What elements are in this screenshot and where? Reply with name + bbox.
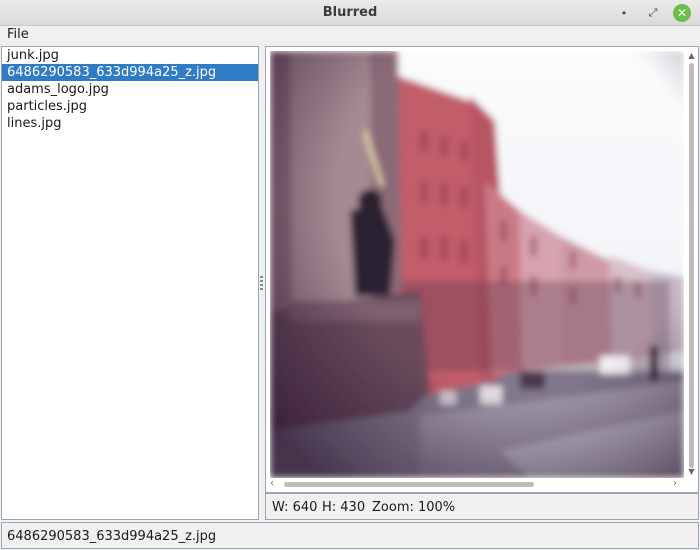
file-list-item[interactable]: adams_logo.jpg [2,81,258,98]
close-icon[interactable]: ✕ [673,4,691,22]
image-info-bar: W: 640 H: 430 Zoom: 100% [265,493,699,520]
image-height: H: 430 [322,500,366,515]
minimize-icon[interactable]: • [615,4,633,22]
file-list-item[interactable]: junk.jpg [2,47,258,64]
image-width: W: 640 [272,500,318,515]
zoom-level: Zoom: 100% [372,500,456,515]
scroll-right-icon[interactable]: › [673,478,684,489]
image-viewer[interactable]: ▲ ▼ ‹ › [265,46,699,493]
horizontal-scroll-thumb[interactable] [284,482,534,487]
title-bar: Blurred • ⤢ ✕ [0,0,700,26]
splitter-grip-icon [260,276,263,290]
file-list-item[interactable]: lines.jpg [2,115,258,132]
scroll-up-icon[interactable]: ▲ [686,51,697,62]
menu-file[interactable]: File [7,27,29,42]
scroll-down-icon[interactable]: ▼ [686,467,697,478]
file-list[interactable]: junk.jpg 6486290583_633d994a25_z.jpg ada… [1,46,259,520]
blurred-image [270,51,684,478]
vertical-scrollbar[interactable]: ▲ ▼ [686,51,697,478]
status-filename: 6486290583_633d994a25_z.jpg [7,529,217,544]
scroll-left-icon[interactable]: ‹ [270,478,281,489]
status-bar: 6486290583_633d994a25_z.jpg [1,522,699,549]
menu-bar: File [0,26,700,46]
file-list-item[interactable]: particles.jpg [2,98,258,115]
horizontal-scrollbar[interactable]: ‹ › [270,478,684,490]
window-title: Blurred [322,5,378,20]
vertical-scroll-thumb[interactable] [689,63,694,468]
file-list-item-selected[interactable]: 6486290583_633d994a25_z.jpg [2,64,258,81]
maximize-icon[interactable]: ⤢ [644,4,662,22]
